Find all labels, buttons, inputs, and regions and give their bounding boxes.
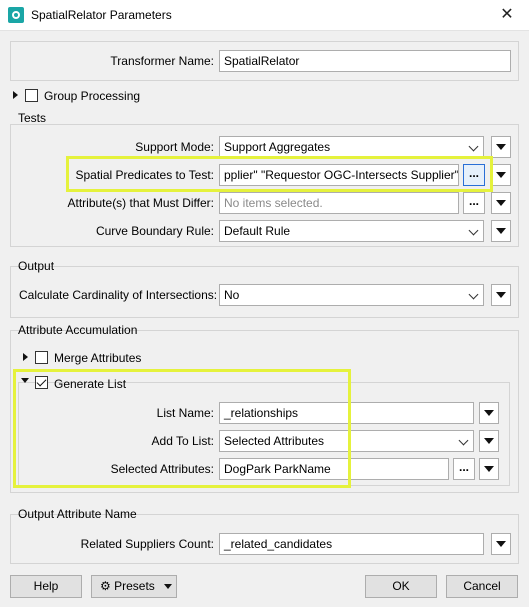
chevron-down-icon: [468, 140, 480, 154]
must-differ-label: Attribute(s) that Must Differ:: [67, 196, 215, 210]
help-button[interactable]: Help: [10, 575, 82, 598]
related-count-label: Related Suppliers Count:: [80, 537, 214, 551]
tests-legend: Tests: [18, 111, 47, 125]
generate-list-checkbox[interactable]: [35, 376, 48, 389]
curve-rule-select[interactable]: Default Rule: [219, 220, 484, 242]
generate-list-label: Generate List: [54, 377, 127, 391]
gear-icon: ⚙: [100, 579, 111, 593]
group-processing-label: Group Processing: [44, 89, 141, 103]
related-count-input[interactable]: _related_candidates: [219, 533, 484, 555]
predicates-label: Spatial Predicates to Test:: [75, 168, 214, 182]
related-count-menu-button[interactable]: [491, 533, 511, 555]
merge-attributes-checkbox[interactable]: [35, 351, 48, 364]
support-mode-select[interactable]: Support Aggregates: [219, 136, 484, 158]
cardinality-label: Calculate Cardinality of Intersections:: [19, 288, 218, 302]
presets-button[interactable]: ⚙ Presets: [91, 575, 177, 598]
support-mode-label: Support Mode:: [135, 140, 214, 154]
presets-dropdown-icon: [164, 584, 173, 590]
curve-rule-menu-button[interactable]: [491, 220, 511, 242]
selected-attributes-label: Selected Attributes:: [110, 462, 214, 476]
app-icon: [8, 7, 24, 23]
predicates-input[interactable]: pplier" "Requestor OGC-Intersects Suppli…: [219, 164, 459, 186]
group-processing-checkbox[interactable]: [25, 89, 38, 102]
transformer-name-label: Transformer Name:: [110, 54, 214, 68]
curve-rule-value: Default Rule: [224, 224, 291, 238]
selected-attributes-input[interactable]: DogPark ParkName: [219, 458, 449, 480]
output-legend: Output: [18, 259, 55, 273]
add-to-list-value: Selected Attributes: [224, 434, 325, 448]
list-name-menu-button[interactable]: [479, 402, 499, 424]
list-name-label: List Name:: [156, 406, 214, 420]
chevron-down-icon: [468, 288, 480, 302]
add-to-list-label: Add To List:: [151, 434, 214, 448]
window-title: SpatialRelator Parameters: [31, 8, 172, 22]
list-name-input[interactable]: _relationships: [219, 402, 474, 424]
cardinality-value: No: [224, 288, 240, 302]
transformer-name-input[interactable]: SpatialRelator: [219, 50, 511, 72]
add-to-list-select[interactable]: Selected Attributes: [219, 430, 474, 452]
cardinality-menu-button[interactable]: [491, 284, 511, 306]
predicates-browse-button[interactable]: ...: [463, 164, 485, 186]
must-differ-input[interactable]: No items selected.: [219, 192, 459, 214]
chevron-down-icon: [468, 224, 480, 238]
expand-group-processing-icon[interactable]: [13, 91, 18, 99]
must-differ-browse-button[interactable]: ...: [463, 192, 485, 214]
must-differ-menu-button[interactable]: [491, 192, 511, 214]
title-bar: SpatialRelator Parameters ✕: [0, 0, 529, 31]
support-mode-value: Support Aggregates: [224, 140, 331, 154]
ok-button[interactable]: OK: [365, 575, 437, 598]
expand-merge-icon[interactable]: [23, 353, 28, 361]
curve-rule-label: Curve Boundary Rule:: [95, 224, 214, 238]
accumulation-legend: Attribute Accumulation: [18, 323, 138, 337]
selected-attributes-menu-button[interactable]: [479, 458, 499, 480]
cardinality-select[interactable]: No: [219, 284, 484, 306]
support-mode-menu-button[interactable]: [491, 136, 511, 158]
chevron-down-icon: [458, 434, 470, 448]
close-icon[interactable]: ✕: [492, 4, 522, 26]
add-to-list-menu-button[interactable]: [479, 430, 499, 452]
output-attr-legend: Output Attribute Name: [18, 507, 137, 521]
collapse-generate-icon[interactable]: [21, 378, 29, 383]
predicates-menu-button[interactable]: [491, 164, 511, 186]
presets-label: Presets: [114, 579, 155, 593]
selected-attributes-browse-button[interactable]: ...: [453, 458, 475, 480]
cancel-button[interactable]: Cancel: [446, 575, 518, 598]
merge-attributes-label: Merge Attributes: [54, 351, 142, 365]
